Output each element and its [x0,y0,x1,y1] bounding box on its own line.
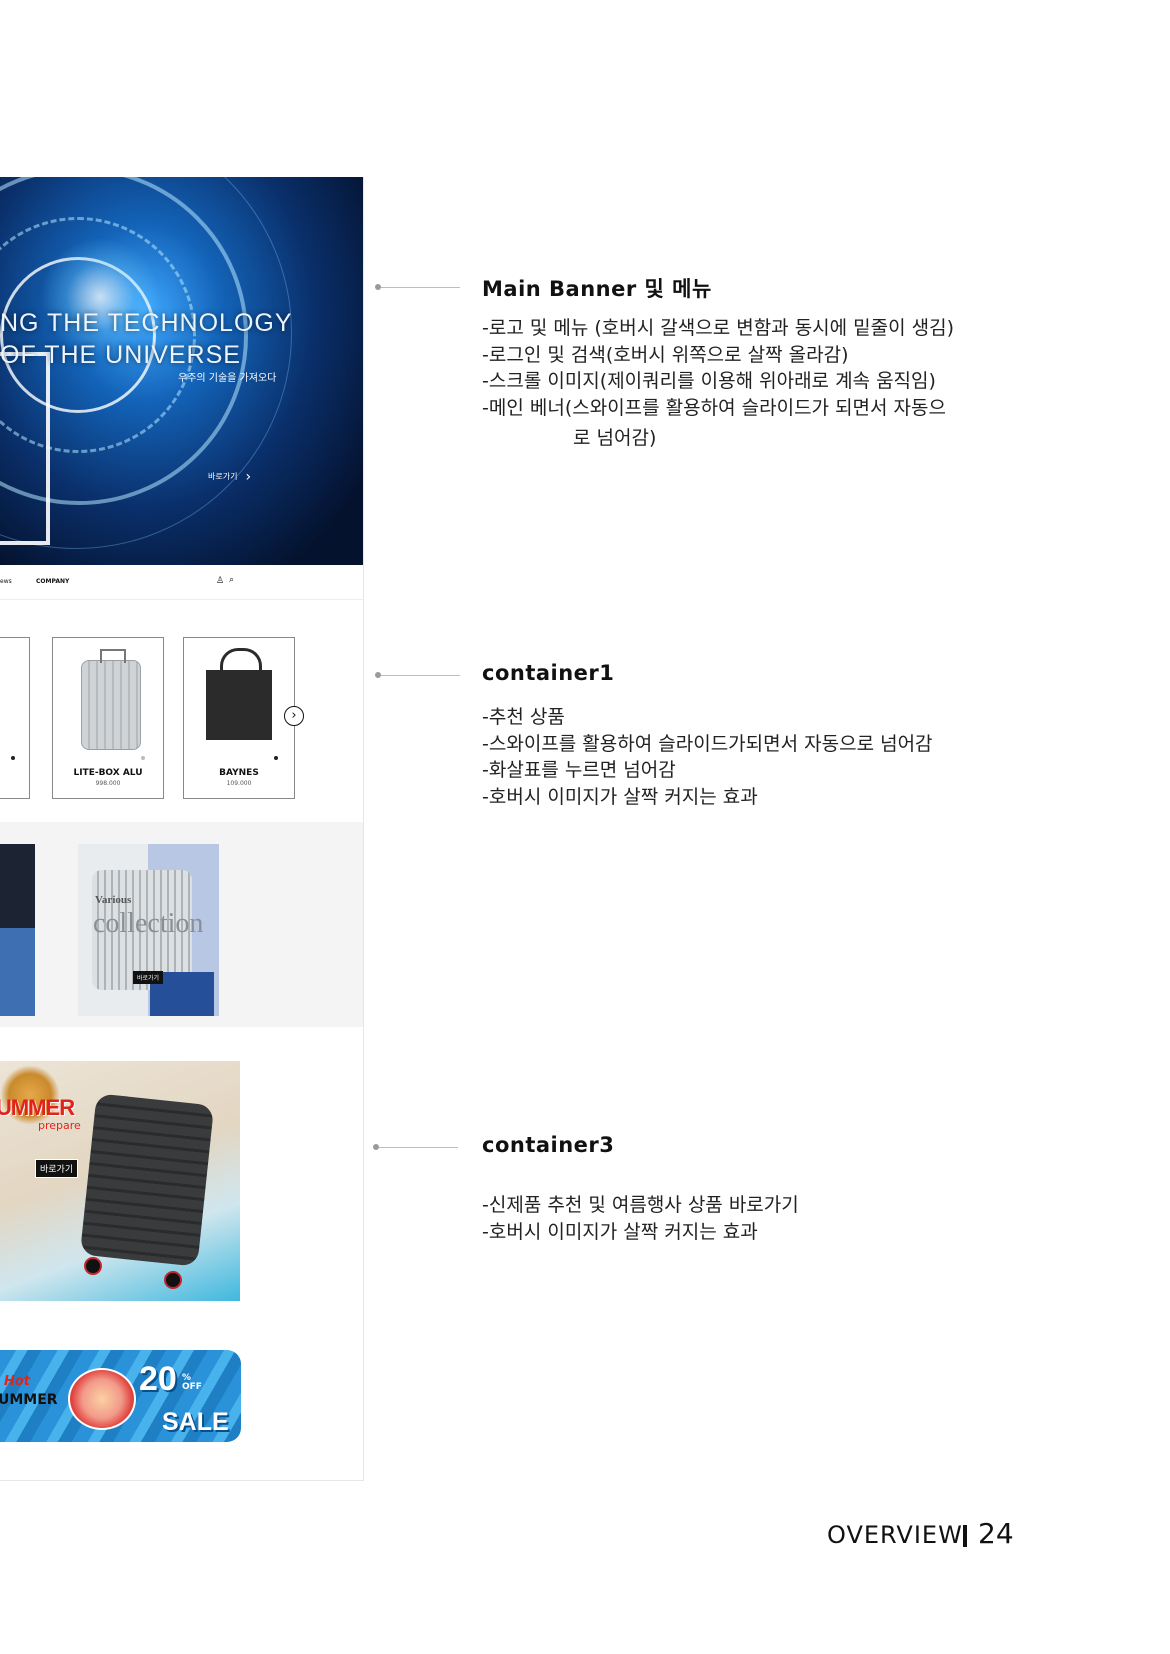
annotation-line: -로고 및 메뉴 (호버시 갈색으로 변함과 동시에 밑줄이 생김) [482,317,955,339]
promo-collection-text: collection [93,908,204,939]
nav-item-news[interactable]: ews [0,565,12,599]
annotation-line: -호버시 이미지가 살짝 커지는 효과 [482,786,758,808]
annotation-line: 로 넘어감) [573,427,657,449]
sale-summer-text: UMMER [0,1392,58,1408]
swatch-dot [274,756,278,760]
wheel [84,1257,102,1275]
annotation-line: -화살표를 누르면 넘어감 [482,759,676,781]
light-glow [40,237,160,357]
main-banner: NG THE TECHNOLOGY OF THE UNIVERSE 우주의 기술… [0,177,363,565]
black-suitcase-image [79,1093,215,1267]
product-price: 109.000 [226,780,252,787]
slider-next-button[interactable]: › [284,706,304,726]
product-card[interactable]: LITE-BOX ALU 998.000 [52,637,164,799]
sale-hot-text: Hot [4,1374,31,1389]
product-card[interactable]: BAYNES 109.000 [183,637,295,799]
annotation-line: -메인 베너(스와이프를 활용하여 슬라이드가 되면서 자동으 [482,397,946,419]
silver-suitcase-image [81,649,141,750]
banner-go-label: 바로가기 [208,472,238,481]
website-mockup: NG THE TECHNOLOGY OF THE UNIVERSE 우주의 기술… [0,177,364,1481]
leader-line [375,284,460,290]
banner-subtitle: 우주의 기술을 가져오다 [178,373,277,384]
annotation-title-container3: container3 [482,1133,615,1157]
tote-bag-image [206,648,272,740]
user-icon[interactable]: ♙ [216,576,224,586]
bullet-dot [375,284,381,290]
promo-left-button[interactable]: 가기 [0,1026,11,1035]
annotation-line: -추천 상품 [482,706,565,728]
leader-line [373,1144,458,1150]
swatch-dot [11,756,15,760]
sale-word: SALE [162,1408,229,1436]
product-price: 998.000 [95,780,121,787]
annotation-line: -스크롤 이미지(제이쿼리를 이용해 위아래로 계속 움직임) [482,370,936,392]
product-name: BAYNES [219,768,259,778]
nav-item-company[interactable]: COMPANY [36,565,69,599]
summer-go-button[interactable]: 바로가기 [35,1159,79,1178]
sale-percent: 20 [139,1360,177,1398]
chevron-right-icon: › [245,469,252,485]
promo-go-button[interactable]: 바로가기 [133,971,164,984]
leader-line [375,672,460,678]
annotation-title-container1: container1 [482,661,615,685]
hud-bracket [0,352,50,545]
summer-title: UMMER [0,1095,75,1120]
sale-banner[interactable]: Hot UMMER 20 % OFF SALE [0,1350,241,1442]
summer-subtitle: prepare [38,1119,81,1132]
annotation-line: -신제품 추천 및 여름행사 상품 바로가기 [482,1194,799,1216]
swim-float-image [68,1368,136,1430]
summer-banner[interactable]: UMMER prepare 바로가기 [0,1061,240,1301]
annotation-line: -스와이프를 활용하여 슬라이드가되면서 자동으로 넘어감 [482,733,933,755]
annotation-line: -로그인 및 검색(호버시 위쪽으로 살짝 올라감) [482,344,849,366]
page-number: 24 [978,1517,1014,1550]
product-card[interactable] [0,637,30,799]
promo-section: 가기 Various collection 바로가기 [0,822,363,1035]
sale-off-text: % OFF [182,1374,202,1392]
banner-go-button[interactable]: 바로가기 › [208,469,251,485]
promo-card-collection[interactable]: Various collection 바로가기 [78,844,219,1016]
annotation-title-main: Main Banner 및 메뉴 [482,277,712,301]
promo-various-text: Various [95,894,132,906]
promo-card-left[interactable]: 가기 [0,844,35,1035]
bullet-dot [373,1144,379,1150]
annotation-line: -호버시 이미지가 살짝 커지는 효과 [482,1221,758,1243]
search-icon[interactable]: ⌕ [229,575,234,585]
off-label: OFF [182,1382,202,1392]
footer-section-label: OVERVIEW [827,1521,963,1549]
banner-headline-2: OF THE UNIVERSE [0,341,241,369]
footer-separator [963,1525,967,1547]
banner-headline-1: NG THE TECHNOLOGY [0,309,293,337]
bullet-dot [375,672,381,678]
product-name: LITE-BOX ALU [73,768,143,778]
nav-bar: ews COMPANY ♙ ⌕ [0,565,363,600]
wheel [164,1271,182,1289]
swatch-dot [141,756,145,760]
